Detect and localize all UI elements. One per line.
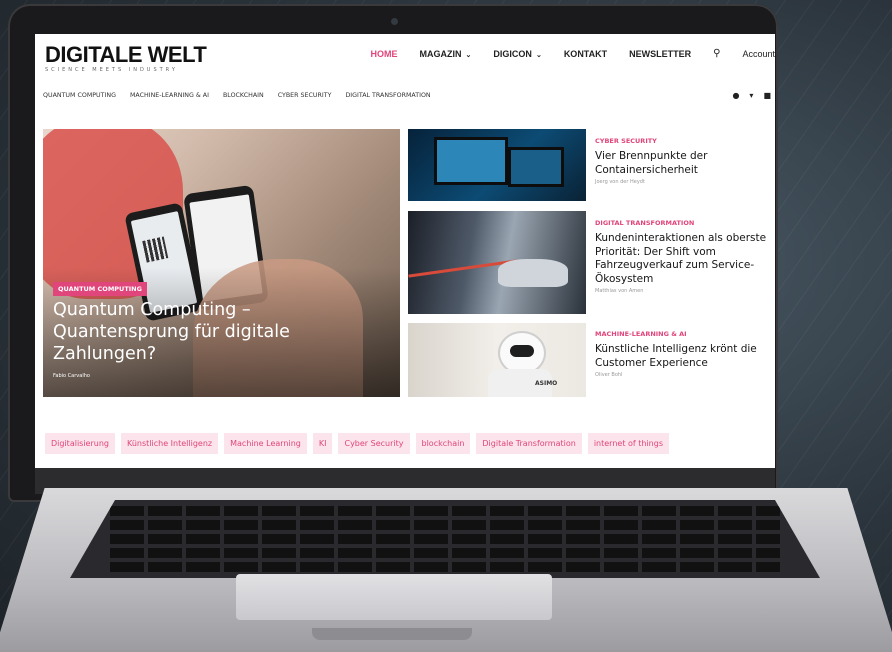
tag-chip[interactable]: Digitale Transformation bbox=[476, 433, 582, 454]
article-category[interactable]: CYBER SECURITY bbox=[595, 137, 771, 145]
tag-chip[interactable]: blockchain bbox=[415, 433, 471, 454]
robot-visor bbox=[510, 345, 534, 357]
nav-item-kontakt[interactable]: KONTAKT bbox=[564, 49, 607, 59]
article-card: CYBER SECURITY Vier Brennpunkte der Cont… bbox=[595, 137, 771, 185]
search-icon[interactable]: ⚲ bbox=[713, 48, 720, 59]
keyboard-row bbox=[110, 534, 780, 544]
site-header: DIGITALE WELT SCIENCE MEETS INDUSTRY HOM… bbox=[35, 34, 775, 82]
laptop-screen: DIGITALE WELT SCIENCE MEETS INDUSTRY HOM… bbox=[35, 34, 775, 468]
category-link-machine-learning[interactable]: MACHINE-LEARNING & AI bbox=[130, 92, 209, 99]
main-nav: HOME MAGAZIN ⌄ DIGICON ⌄ KONTAKT NEWSLETTE… bbox=[371, 48, 775, 59]
keyboard-row bbox=[110, 562, 780, 572]
car-image bbox=[498, 259, 568, 287]
account-link[interactable]: Account bbox=[742, 49, 775, 59]
site-logo[interactable]: DIGITALE WELT bbox=[45, 42, 207, 68]
article-image-digital-transformation[interactable] bbox=[408, 211, 586, 314]
twitter-icon[interactable]: ▾ bbox=[749, 91, 753, 100]
article-author[interactable]: Matthias von Amen bbox=[595, 288, 771, 294]
social-links: ● ▾ ■ bbox=[732, 91, 771, 100]
laptop-front-notch bbox=[312, 628, 472, 640]
category-bar: QUANTUM COMPUTING MACHINE-LEARNING & AI … bbox=[35, 91, 775, 106]
article-title[interactable]: Vier Brennpunkte der Containersicherheit bbox=[595, 150, 771, 177]
category-link-blockchain[interactable]: BLOCKCHAIN bbox=[223, 92, 264, 99]
article-category[interactable]: DIGITAL TRANSFORMATION bbox=[595, 219, 771, 227]
facebook-icon[interactable]: ● bbox=[732, 91, 739, 100]
laptop-trackpad bbox=[236, 574, 552, 620]
nav-item-label: MAGAZIN bbox=[419, 48, 462, 59]
article-title[interactable]: Künstliche Intelligenz krönt die Custome… bbox=[595, 343, 771, 370]
tag-list: Digitalisierung Künstliche Intelligenz M… bbox=[45, 433, 669, 454]
keyboard-row bbox=[110, 506, 780, 516]
chevron-down-icon: ⌄ bbox=[535, 51, 542, 59]
webcam bbox=[391, 18, 398, 25]
nav-item-newsletter[interactable]: NEWSLETTER bbox=[629, 49, 691, 59]
asimo-label-image: ASIMO bbox=[535, 380, 558, 387]
nav-item-digicon[interactable]: DIGICON ⌄ bbox=[493, 49, 541, 59]
qr-code-icon bbox=[142, 236, 169, 263]
monitor-image bbox=[434, 137, 508, 185]
keyboard-row bbox=[110, 548, 780, 558]
laptop-keyboard bbox=[70, 500, 820, 578]
article-author[interactable]: Joerg von der Heydt bbox=[595, 179, 771, 185]
tag-chip[interactable]: Künstliche Intelligenz bbox=[121, 433, 219, 454]
chevron-down-icon: ⌄ bbox=[465, 51, 472, 59]
category-link-cyber-security[interactable]: CYBER SECURITY bbox=[278, 92, 332, 99]
tag-chip[interactable]: Cyber Security bbox=[338, 433, 410, 454]
hero-category-badge[interactable]: QUANTUM COMPUTING bbox=[53, 282, 147, 296]
keyboard-row bbox=[110, 520, 780, 530]
article-image-machine-learning[interactable]: ASIMO bbox=[408, 323, 586, 397]
hero-title[interactable]: Quantum Computing – Quantensprung für di… bbox=[53, 299, 333, 365]
nav-item-label: DIGICON bbox=[493, 48, 532, 59]
tag-chip[interactable]: Machine Learning bbox=[224, 433, 307, 454]
article-category[interactable]: MACHINE-LEARNING & AI bbox=[595, 330, 771, 338]
hero-article[interactable]: QUANTUM COMPUTING Quantum Computing – Qu… bbox=[43, 129, 400, 397]
article-card: DIGITAL TRANSFORMATION Kundeninteraktion… bbox=[595, 219, 771, 294]
article-title[interactable]: Kundeninteraktionen als oberste Prioritä… bbox=[595, 232, 771, 286]
linkedin-icon[interactable]: ■ bbox=[763, 91, 771, 100]
nav-item-home[interactable]: HOME bbox=[371, 49, 398, 59]
category-links: QUANTUM COMPUTING MACHINE-LEARNING & AI … bbox=[43, 92, 431, 99]
monitor-image bbox=[508, 147, 564, 187]
tag-chip[interactable]: internet of things bbox=[587, 433, 669, 454]
article-card: MACHINE-LEARNING & AI Künstliche Intelli… bbox=[595, 330, 771, 378]
tag-chip[interactable]: KI bbox=[312, 433, 333, 454]
article-image-cyber-security[interactable] bbox=[408, 129, 586, 201]
hero-author[interactable]: Fabio Carvalho bbox=[53, 373, 90, 379]
site-tagline: SCIENCE MEETS INDUSTRY bbox=[45, 67, 178, 73]
category-link-quantum-computing[interactable]: QUANTUM COMPUTING bbox=[43, 92, 116, 99]
tag-chip[interactable]: Digitalisierung bbox=[45, 433, 115, 454]
laptop-lid: DIGITALE WELT SCIENCE MEETS INDUSTRY HOM… bbox=[8, 4, 778, 502]
article-author[interactable]: Oliver Bohl bbox=[595, 372, 771, 378]
category-link-digital-transformation[interactable]: DIGITAL TRANSFORMATION bbox=[345, 92, 430, 99]
nav-item-magazin[interactable]: MAGAZIN ⌄ bbox=[420, 49, 472, 59]
